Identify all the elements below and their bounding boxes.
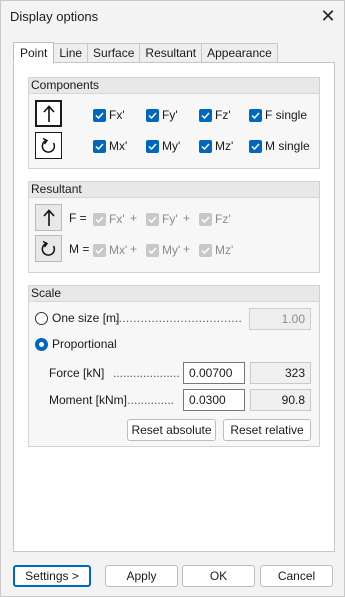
checkmark-icon <box>146 139 159 153</box>
fy-checkbox[interactable]: Fy' <box>146 108 178 122</box>
fx-label: Fx' <box>109 108 125 122</box>
tab-point[interactable]: Point <box>13 42 55 64</box>
fx-checkbox[interactable]: Fx' <box>93 108 125 122</box>
plus-sign: + <box>130 242 138 256</box>
ok-button[interactable]: OK <box>182 565 255 587</box>
checkmark-icon <box>199 108 212 122</box>
resultant-mx-checkbox[interactable]: Mx' <box>93 243 127 257</box>
tab-line[interactable]: Line <box>54 43 89 63</box>
rotate-icon <box>41 137 55 153</box>
force-scale-leader: .................... <box>113 366 180 380</box>
resultant-fx-label: Fx' <box>109 212 125 226</box>
resultant-fz-checkbox[interactable]: Fz' <box>199 212 231 226</box>
resultant-moment-button[interactable] <box>35 235 62 262</box>
force-scale-label: Force [kN] <box>49 366 105 380</box>
close-icon: ✕ <box>320 5 336 26</box>
checkmark-icon <box>93 212 106 226</box>
checkmark-icon <box>93 139 106 153</box>
moment-scale-result: 90.8 <box>250 389 311 411</box>
resultant-group: Resultant F = Fx' + Fy' + Fz' M = Mx' + … <box>28 181 320 273</box>
one-size-label: One size [m] <box>52 311 120 325</box>
title-bar: Display options ✕ <box>1 1 344 33</box>
resultant-fx-checkbox[interactable]: Fx' <box>93 212 125 226</box>
resultant-my-label: My' <box>162 243 181 257</box>
resultant-my-checkbox[interactable]: My' <box>146 243 180 257</box>
resultant-fy-label: Fy' <box>162 212 178 226</box>
resultant-fy-checkbox[interactable]: Fy' <box>146 212 178 226</box>
checkmark-icon <box>199 243 212 257</box>
settings-button[interactable]: Settings > <box>13 565 91 587</box>
components-group: Components Fx' Fy' Fz' F single Mx' My' … <box>28 77 320 169</box>
arrow-up-icon <box>42 208 55 226</box>
radio-unselected-icon <box>35 311 48 325</box>
checkmark-icon <box>199 139 212 153</box>
resultant-force-button[interactable] <box>35 204 62 231</box>
f-single-label: F single <box>265 108 308 122</box>
one-size-leader: ................................... <box>115 311 243 325</box>
resultant-mz-checkbox[interactable]: Mz' <box>199 243 233 257</box>
rotate-icon <box>41 240 55 256</box>
plus-sign: + <box>130 211 138 225</box>
cancel-button[interactable]: Cancel <box>260 565 333 587</box>
proportional-radio[interactable]: Proportional <box>35 337 117 351</box>
mz-checkbox[interactable]: Mz' <box>199 139 233 153</box>
force-equals-label: F = <box>69 211 87 225</box>
checkmark-icon <box>146 108 159 122</box>
radio-selected-icon <box>35 337 48 351</box>
my-label: My' <box>162 139 181 153</box>
resultant-header: Resultant <box>29 182 319 198</box>
checkmark-icon <box>93 243 106 257</box>
close-button[interactable]: ✕ <box>314 3 342 29</box>
moment-equals-label: M = <box>69 242 90 256</box>
arrow-up-icon <box>42 104 55 122</box>
force-scale-input[interactable]: 0.00700 <box>183 362 245 384</box>
fy-label: Fy' <box>162 108 178 122</box>
m-single-checkbox[interactable]: M single <box>249 139 310 153</box>
moment-scale-label: Moment [kNm] <box>49 393 128 407</box>
force-scale-result: 323 <box>250 362 311 384</box>
display-options-dialog: Display options ✕ Point Line Surface Res… <box>0 0 345 597</box>
checkmark-icon <box>146 212 159 226</box>
window-title: Display options <box>10 9 99 24</box>
one-size-radio[interactable]: One size [m] <box>35 311 119 325</box>
one-size-input[interactable]: 1.00 <box>249 308 311 330</box>
force-toggle-button[interactable] <box>35 100 62 127</box>
fz-checkbox[interactable]: Fz' <box>199 108 231 122</box>
reset-relative-button[interactable]: Reset relative <box>223 419 311 441</box>
mx-checkbox[interactable]: Mx' <box>93 139 127 153</box>
resultant-mx-label: Mx' <box>109 243 128 257</box>
tab-surface[interactable]: Surface <box>88 43 141 63</box>
point-tab-panel: Components Fx' Fy' Fz' F single Mx' My' … <box>13 62 335 552</box>
scale-group: Scale One size [m] .....................… <box>28 285 320 447</box>
moment-scale-input[interactable]: 0.0300 <box>183 389 245 411</box>
checkmark-icon <box>93 108 106 122</box>
checkmark-icon <box>249 108 262 122</box>
apply-button[interactable]: Apply <box>105 565 178 587</box>
m-single-label: M single <box>265 139 310 153</box>
reset-absolute-button[interactable]: Reset absolute <box>127 419 216 441</box>
checkmark-icon <box>199 212 212 226</box>
resultant-mz-label: Mz' <box>215 243 234 257</box>
plus-sign: + <box>183 242 191 256</box>
tab-appearance[interactable]: Appearance <box>202 43 278 63</box>
my-checkbox[interactable]: My' <box>146 139 180 153</box>
tab-resultant[interactable]: Resultant <box>140 43 203 63</box>
f-single-checkbox[interactable]: F single <box>249 108 307 122</box>
plus-sign: + <box>183 211 191 225</box>
checkmark-icon <box>249 139 262 153</box>
mz-label: Mz' <box>215 139 234 153</box>
components-header: Components <box>29 78 319 94</box>
fz-label: Fz' <box>215 108 231 122</box>
moment-scale-leader: ............... <box>124 393 175 407</box>
moment-toggle-button[interactable] <box>35 132 62 159</box>
tab-strip: Point Line Surface Resultant Appearance <box>13 42 278 64</box>
scale-header: Scale <box>29 286 319 302</box>
mx-label: Mx' <box>109 139 128 153</box>
resultant-fz-label: Fz' <box>215 212 231 226</box>
checkmark-icon <box>146 243 159 257</box>
proportional-label: Proportional <box>52 337 117 351</box>
